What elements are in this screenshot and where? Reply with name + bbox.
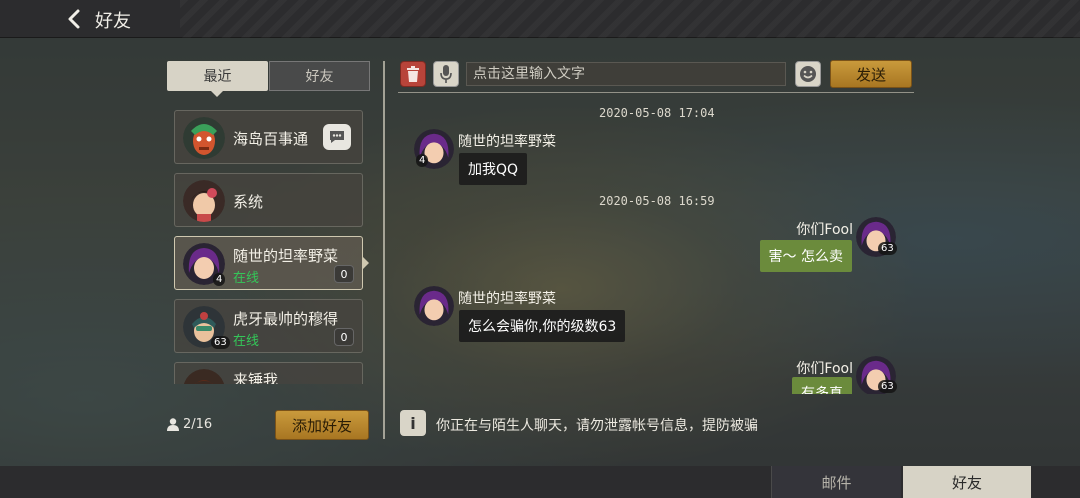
message-timestamp: 2020-05-08 17:04 xyxy=(599,106,715,120)
contact-item-huya[interactable]: 63 虎牙最帅的穆得 在线 0 xyxy=(174,299,363,353)
message-input[interactable] xyxy=(466,62,786,86)
stranger-warning: 你正在与陌生人聊天，请勿泄露帐号信息，提防被骗 xyxy=(436,418,758,434)
back-arrow-icon[interactable] xyxy=(64,8,86,30)
contact-item-selected[interactable]: 4 随世的坦率野菜 在线 0 xyxy=(174,236,369,290)
top-bar xyxy=(0,0,1080,38)
trash-icon xyxy=(407,66,419,82)
avatar-system xyxy=(183,180,225,222)
level-badge: 63 xyxy=(211,336,230,349)
chat-bubble-icon[interactable] xyxy=(323,124,351,150)
panel-divider xyxy=(383,61,385,439)
tab-friends-bottom[interactable]: 好友 xyxy=(903,466,1031,498)
online-status: 在线 xyxy=(233,271,260,286)
online-status: 在线 xyxy=(233,334,260,349)
level-badge: 63 xyxy=(878,380,897,393)
avatar-incoming xyxy=(414,286,454,326)
person-icon xyxy=(167,418,179,431)
emoji-button[interactable] xyxy=(795,61,821,87)
level-badge: 4 xyxy=(213,273,226,286)
message-bubble-outgoing: 害～ 怎么卖 xyxy=(759,240,852,272)
contact-item-system[interactable]: 系统 xyxy=(174,173,363,227)
message-bubble-incoming: 怎么会骗你,你的级数63 xyxy=(459,310,626,342)
smiley-icon xyxy=(800,66,816,82)
contact-name: 虎牙最帅的穆得 xyxy=(233,310,339,328)
header-divider xyxy=(398,92,914,93)
friend-count: 2/16 xyxy=(183,417,213,432)
contact-name: 来锤我 xyxy=(233,371,279,384)
send-button[interactable]: 发送 xyxy=(830,60,912,88)
avatar-island-guide xyxy=(183,117,225,159)
voice-button[interactable] xyxy=(433,61,459,87)
tab-recent[interactable]: 最近 xyxy=(167,61,268,97)
message-sender: 随世的坦率野菜 xyxy=(458,134,556,150)
contact-list-clip: 来锤我 xyxy=(174,362,363,384)
chat-message-list[interactable]: 2020-05-08 17:04 4 随世的坦率野菜 加我QQ 2020-05-… xyxy=(398,96,918,394)
contact-name: 海岛百事通 xyxy=(233,130,309,148)
level-badge: 63 xyxy=(878,242,897,255)
contact-name: 系统 xyxy=(233,193,264,211)
message-timestamp: 2020-05-08 16:59 xyxy=(599,194,715,208)
contact-name: 随世的坦率野菜 xyxy=(233,247,339,265)
add-friend-button[interactable]: 添加好友 xyxy=(275,410,369,440)
message-sender: 你们Fool xyxy=(796,222,853,238)
message-bubble-incoming: 加我QQ xyxy=(459,153,528,185)
delete-button[interactable] xyxy=(400,61,426,87)
unread-count-badge: 0 xyxy=(334,265,354,283)
message-sender: 随世的坦率野菜 xyxy=(458,291,556,307)
page-title: 好友 xyxy=(95,11,131,32)
contact-item-laichui[interactable]: 来锤我 xyxy=(174,362,363,384)
message-bubble-outgoing: 有多真 xyxy=(792,377,852,394)
info-icon: i xyxy=(400,410,426,436)
tab-friends[interactable]: 好友 xyxy=(269,61,370,91)
message-sender: 你们Fool xyxy=(796,361,853,377)
unread-count-badge: 0 xyxy=(334,328,354,346)
microphone-icon xyxy=(440,65,452,83)
top-bar-pattern xyxy=(180,0,1080,38)
avatar-contact-laichui xyxy=(183,369,225,384)
tab-mail[interactable]: 邮件 xyxy=(771,466,901,498)
